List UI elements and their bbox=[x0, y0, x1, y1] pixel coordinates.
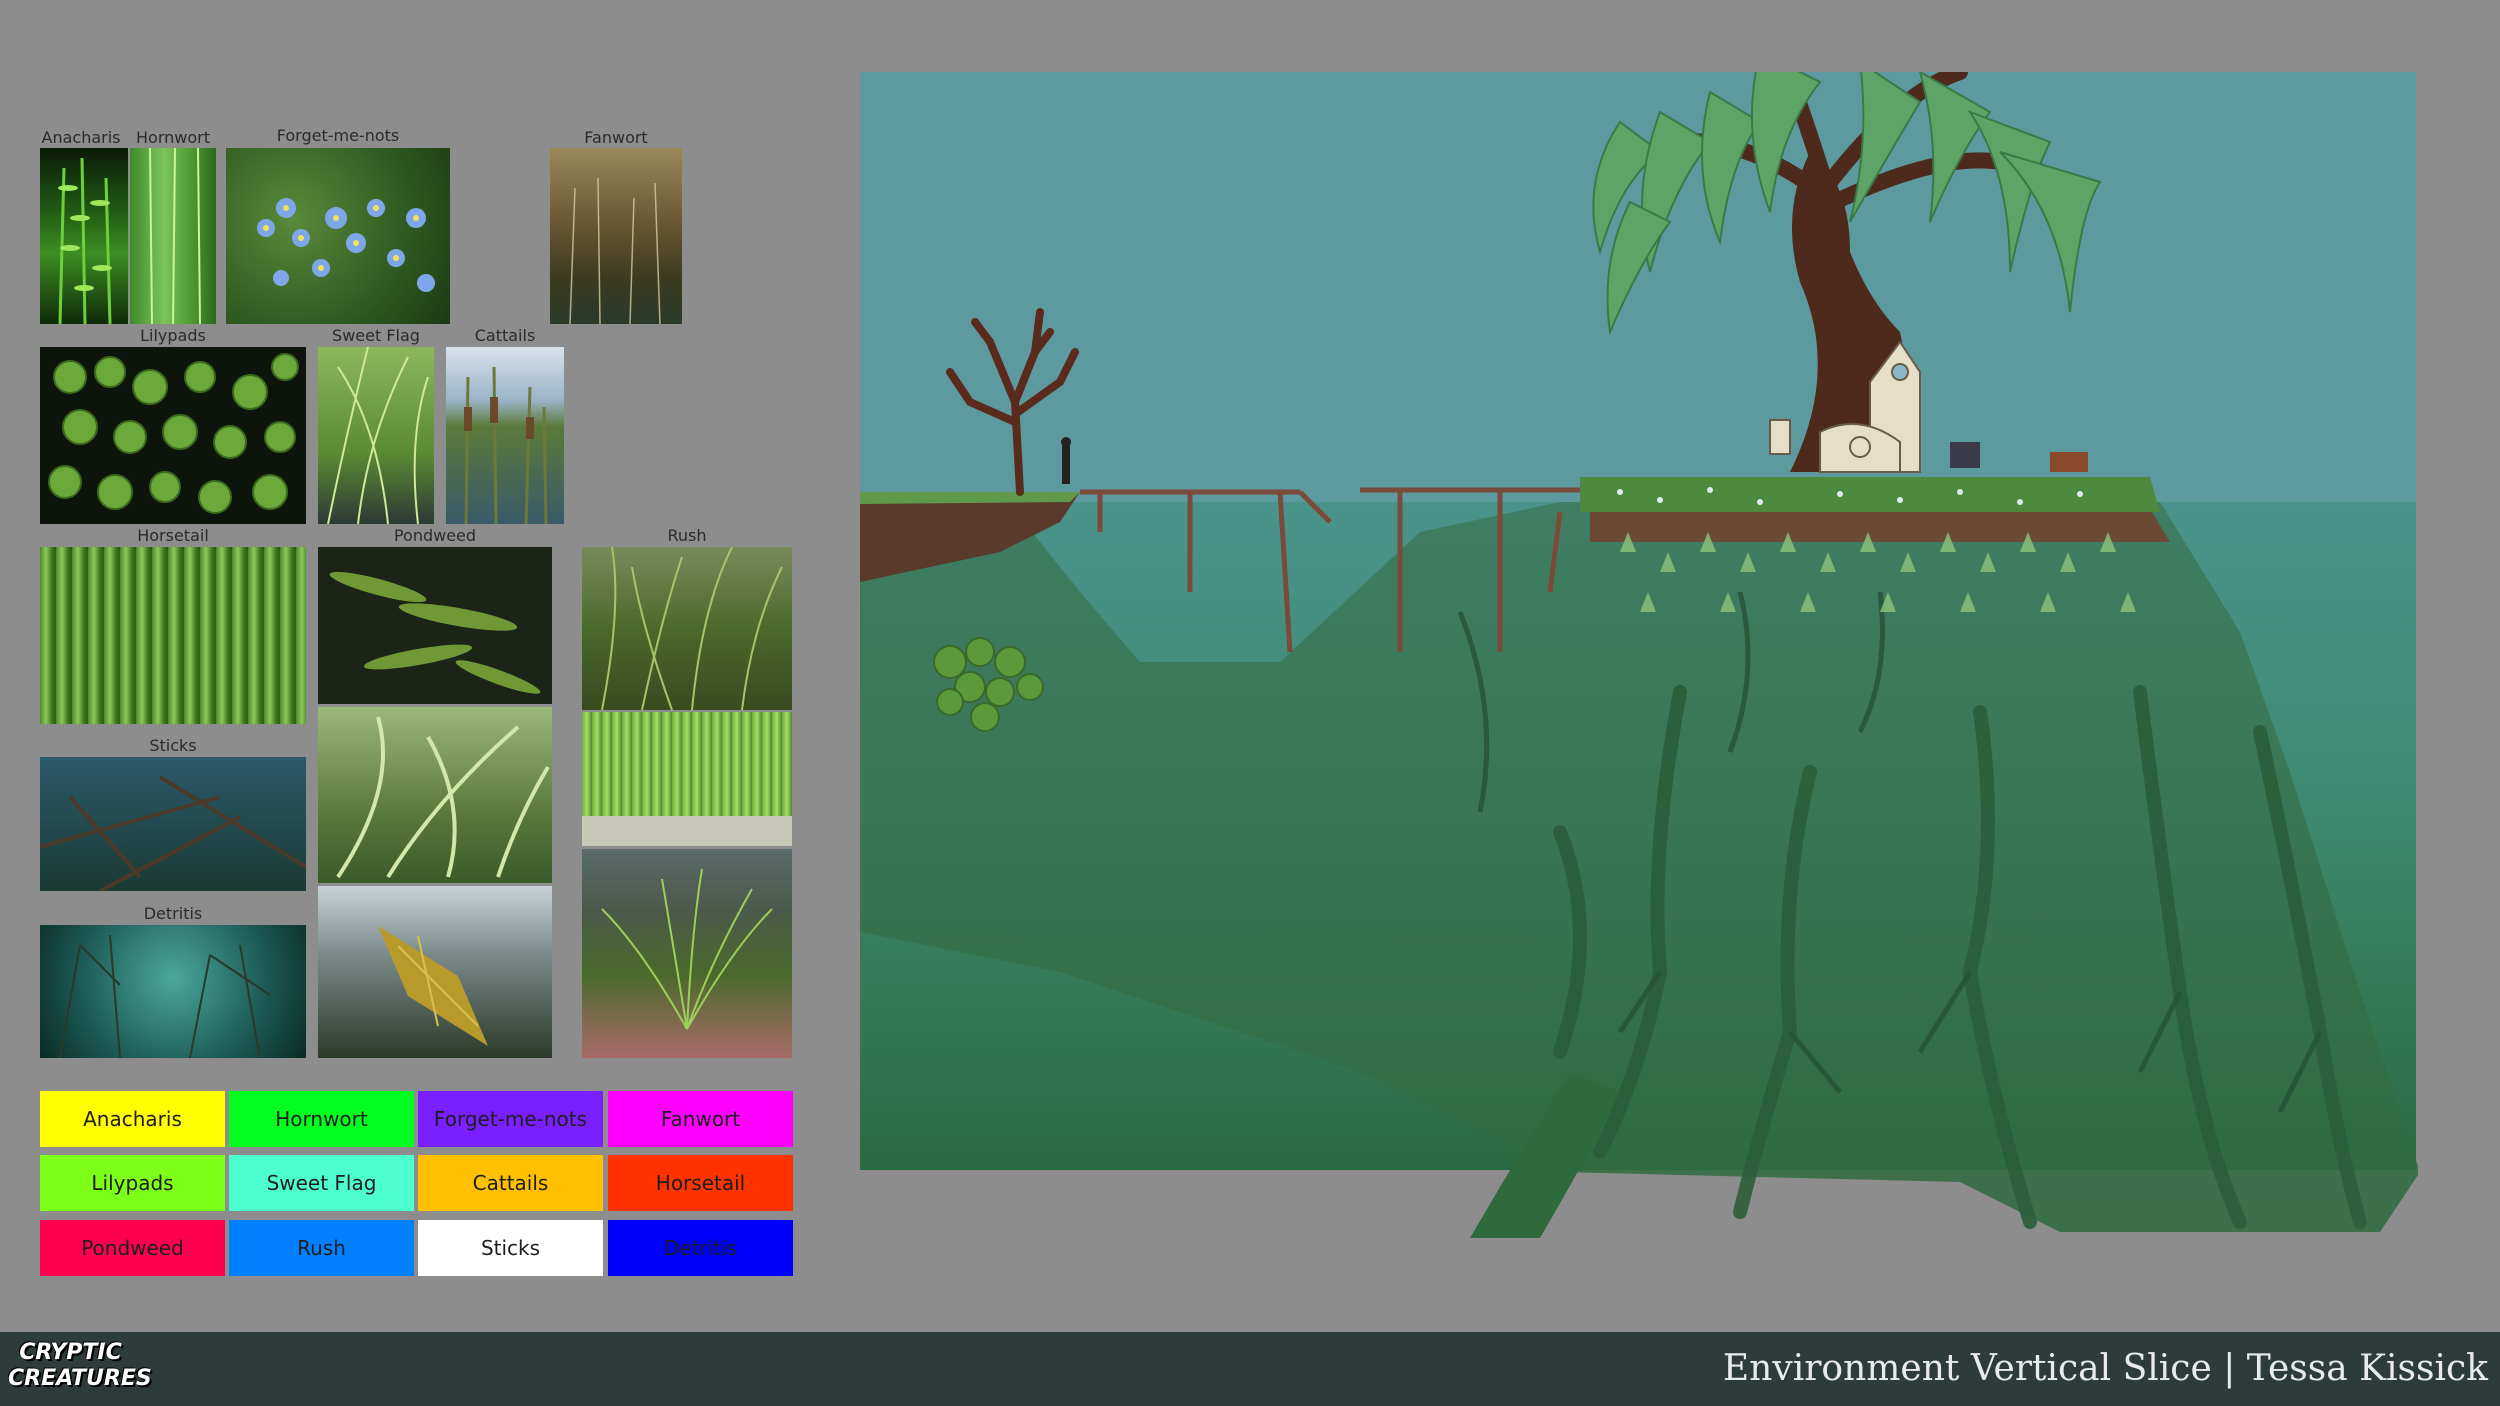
page-title: Environment Vertical Slice | Tessa Kissi… bbox=[1722, 1348, 2488, 1389]
swatch-rush: Rush bbox=[229, 1220, 414, 1276]
ref-image-pondweed-2 bbox=[318, 707, 552, 883]
ref-image-cattails bbox=[446, 347, 564, 524]
ref-label-pondweed: Pondweed bbox=[393, 526, 477, 545]
ref-image-rush-1 bbox=[582, 547, 792, 710]
logo-line-1: CRYPTIC bbox=[19, 1340, 122, 1365]
ref-label-horsetail: Horsetail bbox=[137, 526, 209, 545]
ref-image-pondweed-1 bbox=[318, 547, 552, 704]
ref-image-anacharis bbox=[40, 148, 128, 324]
environment-illustration bbox=[860, 72, 2418, 1238]
character-figure bbox=[1062, 444, 1070, 484]
ref-label-cattails: Cattails bbox=[474, 326, 536, 345]
ref-image-fanwort bbox=[550, 148, 682, 324]
swatch-lilypads: Lilypads bbox=[40, 1155, 225, 1211]
swatch-detritis: Detritis bbox=[608, 1220, 793, 1276]
ref-label-sweet-flag: Sweet Flag bbox=[332, 326, 420, 345]
ref-image-sticks bbox=[40, 757, 306, 891]
cryptic-creatures-logo: CRYPTIC CREATURES bbox=[8, 1340, 152, 1400]
ref-image-pondweed-3 bbox=[318, 886, 552, 1058]
swatch-fanwort: Fanwort bbox=[608, 1091, 793, 1147]
ref-label-fanwort: Fanwort bbox=[584, 128, 648, 147]
ref-label-hornwort: Hornwort bbox=[136, 128, 210, 147]
ref-label-detritis: Detritis bbox=[143, 904, 203, 923]
swatch-sweet-flag: Sweet Flag bbox=[229, 1155, 414, 1211]
swatch-forget-me-nots: Forget-me-nots bbox=[418, 1091, 603, 1147]
swatch-horsetail: Horsetail bbox=[608, 1155, 793, 1211]
ref-image-forget-me-nots bbox=[226, 148, 450, 324]
ref-image-horsetail bbox=[40, 547, 306, 724]
logo-line-2: CREATURES bbox=[8, 1366, 152, 1391]
ref-label-rush: Rush bbox=[667, 526, 707, 545]
ref-image-hornwort bbox=[130, 148, 216, 324]
swatch-cattails: Cattails bbox=[418, 1155, 603, 1211]
island-grass bbox=[1580, 477, 2160, 512]
swatch-sticks: Sticks bbox=[418, 1220, 603, 1276]
swatch-hornwort: Hornwort bbox=[229, 1091, 414, 1147]
ref-image-detritis bbox=[40, 925, 306, 1058]
crate bbox=[2050, 452, 2088, 472]
ref-image-rush-2 bbox=[582, 712, 792, 846]
swatch-anacharis: Anacharis bbox=[40, 1091, 225, 1147]
ref-label-sticks: Sticks bbox=[149, 736, 197, 755]
footer-bar: CRYPTIC CREATURES Environment Vertical S… bbox=[0, 1332, 2500, 1406]
ref-label-forget-me-nots: Forget-me-nots bbox=[276, 126, 400, 145]
left-bank-grass bbox=[860, 492, 1080, 504]
ref-image-lilypads bbox=[40, 347, 306, 524]
swatch-pondweed: Pondweed bbox=[40, 1220, 225, 1276]
ref-image-sweet-flag bbox=[318, 347, 434, 524]
ref-label-lilypads: Lilypads bbox=[140, 326, 206, 345]
ref-image-rush-3 bbox=[582, 849, 792, 1058]
ref-label-anacharis: Anacharis bbox=[41, 128, 121, 147]
barrel bbox=[1950, 442, 1980, 468]
